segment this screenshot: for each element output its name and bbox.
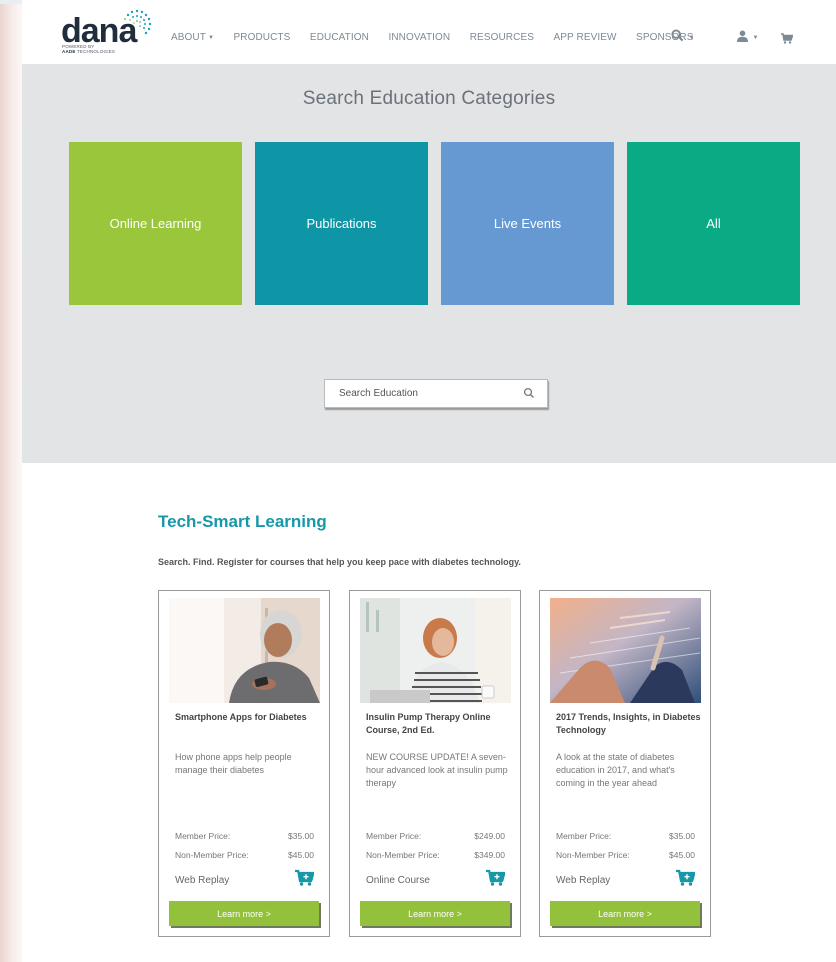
search-icon[interactable] — [523, 387, 535, 399]
add-to-cart-icon[interactable] — [676, 869, 695, 886]
member-price: $249.00 — [474, 831, 505, 841]
nav-about[interactable]: ABOUT ▼ — [171, 32, 214, 43]
nonmember-price: $45.00 — [288, 850, 314, 860]
course-type: Web Replay — [175, 875, 230, 886]
course-image-woman-smartphone[interactable] — [169, 598, 320, 703]
logo-powered-by: POWERED BY AADE TECHNOLOGIES — [62, 44, 116, 54]
course-title: 2017 Trends, Insights, in Diabetes Techn… — [556, 712, 701, 735]
education-search-input[interactable] — [325, 380, 515, 407]
chevron-down-icon: ▼ — [752, 35, 759, 41]
nav-account-toggle[interactable]: ▼ — [737, 29, 758, 47]
add-to-cart-icon[interactable] — [295, 869, 314, 886]
tile-publications[interactable]: Publications — [255, 142, 428, 305]
section-title: Tech-Smart Learning — [158, 512, 327, 531]
nav-education[interactable]: EDUCATION — [310, 32, 369, 43]
nav-cart[interactable] — [781, 31, 794, 49]
course-description: NEW COURSE UPDATE! A seven-hour advanced… — [366, 752, 508, 788]
nonmember-price-row: Non-Member Price: $349.00 — [366, 850, 505, 860]
nav-resources[interactable]: RESOURCES — [470, 32, 534, 43]
course-type: Online Course — [366, 875, 430, 886]
course-description: How phone apps help people manage their … — [175, 752, 292, 775]
learn-more-button[interactable]: Learn more > — [169, 901, 319, 926]
nonmember-price-row: Non-Member Price: $45.00 — [175, 850, 314, 860]
learn-more-button[interactable]: Learn more > — [360, 901, 510, 926]
course-card: 2017 Trends, Insights, in Diabetes Techn… — [539, 590, 711, 937]
nav-app-review[interactable]: APP REVIEW — [553, 32, 616, 43]
logo-dots-icon — [124, 9, 152, 35]
nonmember-price: $45.00 — [669, 850, 695, 860]
nonmember-price: $349.00 — [474, 850, 505, 860]
hero-title: Search Education Categories — [302, 88, 556, 109]
user-icon — [737, 30, 748, 42]
tile-live-events[interactable]: Live Events — [441, 142, 614, 305]
member-price: $35.00 — [669, 831, 695, 841]
tile-all[interactable]: All — [627, 142, 800, 305]
member-price-row: Member Price: $35.00 — [175, 831, 314, 841]
cart-icon — [781, 33, 794, 44]
page: dana POWERED BY AADE TECHNOLOGIES ABOUT … — [22, 0, 836, 962]
course-title: Smartphone Apps for Diabetes — [175, 712, 307, 722]
education-categories-hero: Search Education Categories Online Learn… — [22, 64, 836, 463]
site-header: dana POWERED BY AADE TECHNOLOGIES ABOUT … — [22, 4, 836, 64]
course-image-hands-tablet[interactable] — [550, 598, 701, 703]
chevron-down-icon: ▼ — [688, 35, 695, 41]
main-nav: ABOUT ▼ PRODUCTS EDUCATION INNOVATION RES… — [171, 32, 713, 43]
course-title: Insulin Pump Therapy Online Course, 2nd … — [366, 712, 491, 735]
nav-search-toggle[interactable]: ▼ — [671, 29, 694, 47]
course-image-woman-studying[interactable] — [360, 598, 511, 703]
nonmember-price-row: Non-Member Price: $45.00 — [556, 850, 695, 860]
course-card: Insulin Pump Therapy Online Course, 2nd … — [349, 590, 521, 937]
member-price-row: Member Price: $35.00 — [556, 831, 695, 841]
member-price-row: Member Price: $249.00 — [366, 831, 505, 841]
add-to-cart-icon[interactable] — [486, 869, 505, 886]
education-search-box — [324, 379, 548, 408]
dana-logo[interactable]: dana POWERED BY AADE TECHNOLOGIES — [61, 9, 181, 54]
nav-products[interactable]: PRODUCTS — [234, 32, 291, 43]
course-type: Web Replay — [556, 875, 611, 886]
section-subtitle: Search. Find. Register for courses that … — [158, 557, 521, 567]
nav-innovation[interactable]: INNOVATION — [388, 32, 450, 43]
learn-more-button[interactable]: Learn more > — [550, 901, 700, 926]
tile-online-learning[interactable]: Online Learning — [69, 142, 242, 305]
search-icon — [671, 29, 684, 42]
course-description: A look at the state of diabetes educatio… — [556, 752, 675, 788]
course-card: Smartphone Apps for Diabetes How phone a… — [158, 590, 330, 937]
member-price: $35.00 — [288, 831, 314, 841]
chevron-down-icon: ▼ — [207, 35, 214, 41]
